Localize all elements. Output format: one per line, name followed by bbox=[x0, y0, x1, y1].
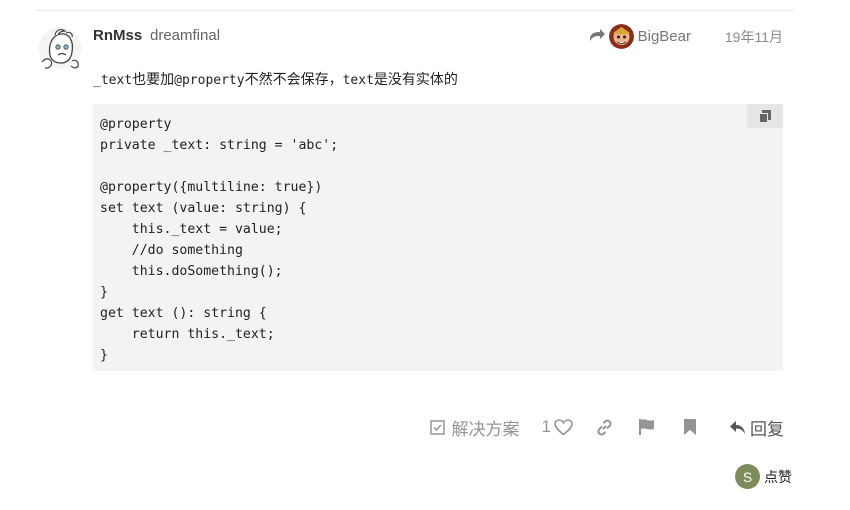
like-count: 1 bbox=[541, 417, 551, 436]
post-text-segment: 不然不会保存， bbox=[244, 71, 343, 87]
code-line: set text (value: string) { bbox=[100, 201, 307, 216]
post-text-segment: 也要加 bbox=[132, 71, 175, 87]
code-line: //do something bbox=[100, 243, 243, 258]
inline-code: text bbox=[342, 73, 374, 88]
code-line: } bbox=[100, 348, 108, 363]
flag-icon bbox=[639, 419, 654, 435]
link-icon bbox=[596, 419, 612, 435]
likers-label: 点赞 bbox=[764, 468, 792, 485]
code-line: } bbox=[100, 285, 108, 300]
solution-label: 解决方案 bbox=[451, 419, 520, 439]
solution-button[interactable]: 解决方案 bbox=[429, 415, 520, 440]
code-line: get text (): string { bbox=[100, 306, 267, 321]
post-header: RnMss dreamfinal BigBear 19年11月 bbox=[93, 23, 783, 49]
code-line: this._text = value; bbox=[100, 222, 283, 237]
reply-to-name: BigBear bbox=[637, 27, 691, 45]
user-avatar[interactable] bbox=[38, 25, 82, 71]
share-link-button[interactable] bbox=[593, 415, 615, 439]
post-actions: 解决方案 1 回复 bbox=[429, 412, 784, 442]
bookmark-icon bbox=[684, 419, 696, 435]
copy-icon bbox=[759, 109, 771, 123]
post-text-segment: 是没有实体的 bbox=[373, 71, 458, 87]
code-line: this.doSomething(); bbox=[100, 264, 283, 279]
code-block: @property private _text: string = 'abc';… bbox=[93, 104, 783, 371]
copy-code-button[interactable] bbox=[747, 104, 783, 128]
username[interactable]: RnMss bbox=[93, 27, 142, 44]
top-divider bbox=[36, 10, 794, 11]
user-fullname: dreamfinal bbox=[150, 27, 221, 44]
post-date[interactable]: 19年11月 bbox=[725, 27, 783, 47]
reply-button[interactable]: 回复 bbox=[729, 415, 784, 440]
heart-icon bbox=[554, 418, 573, 436]
flag-button[interactable] bbox=[636, 415, 658, 439]
reply-icon bbox=[730, 420, 745, 434]
code-line: private _text: string = 'abc'; bbox=[100, 138, 339, 153]
code-line: @property({multiline: true}) bbox=[100, 180, 323, 195]
like-button[interactable]: 1 bbox=[542, 417, 573, 437]
reply-to-tab[interactable]: BigBear bbox=[589, 23, 691, 49]
code-content: @property private _text: string = 'abc';… bbox=[100, 114, 338, 366]
inline-code: @property bbox=[174, 73, 245, 88]
likers-list: S 点赞 bbox=[735, 464, 792, 489]
code-line: return this._text; bbox=[100, 327, 275, 342]
reply-to-avatar bbox=[608, 23, 634, 49]
bookmark-button[interactable] bbox=[679, 415, 701, 439]
inline-code: _text bbox=[93, 73, 133, 88]
post-body-text: _text也要加@property不然不会保存，text是没有实体的 bbox=[93, 69, 458, 89]
reply-arrow-icon bbox=[589, 29, 605, 41]
code-line: @property bbox=[100, 117, 172, 132]
liker-avatar[interactable]: S bbox=[735, 464, 760, 489]
checkbox-icon bbox=[429, 419, 445, 435]
reply-label: 回复 bbox=[750, 419, 784, 439]
